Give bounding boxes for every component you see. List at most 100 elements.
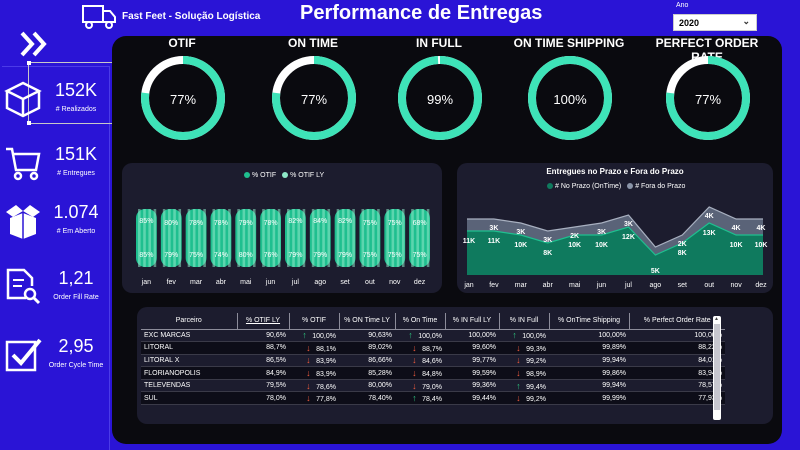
data-label: 3K — [624, 221, 633, 228]
gauge-value: 77% — [169, 92, 197, 107]
data-label: 10K — [595, 242, 608, 249]
double-chevron-icon[interactable] — [18, 30, 52, 58]
column-header[interactable]: % On Time — [395, 313, 446, 330]
table-cell: TELEVENDAS — [141, 379, 237, 393]
arrow-down-icon: ↓ — [306, 342, 311, 353]
otif-chart-card: % OTIF % OTIF LY 85% 85% jan 80% 79% fev 78% 75… — [122, 163, 442, 293]
table-cell: SUL — [141, 391, 237, 406]
table-cell: ↑ 99,4% — [499, 379, 549, 393]
kpi-order-cycle-time[interactable]: 2,95 Order Cycle Time — [0, 336, 112, 396]
x-tick-label: jul — [624, 282, 632, 289]
year-filter-select[interactable]: 2020 ⌄ — [673, 14, 757, 31]
table-row[interactable]: LITORAL X 86,5% ↓ 83,9% 86,66% ↓ 84,6% 99,77% ↓ 9… — [141, 354, 725, 368]
data-label: 11K — [488, 238, 500, 245]
kpi-realizados[interactable]: 152K # Realizados — [0, 80, 112, 140]
table-cell: ↓ 79,0% — [395, 379, 445, 393]
column-header[interactable]: % OnTime Shipping — [549, 313, 630, 330]
x-tick-label: fev — [167, 279, 177, 286]
x-tick-label: jun — [596, 282, 606, 289]
year-filter-value: 2020 — [679, 18, 700, 28]
table-cell: ↑ 100,0% — [499, 329, 549, 343]
otif-ly-stripe — [426, 209, 430, 267]
table-cell: 83,94% — [629, 366, 725, 380]
year-filter-label: Ano — [676, 2, 689, 9]
kpi-em-aberto[interactable]: 1.074 # Em Aberto — [0, 202, 112, 262]
gauge-value: 77% — [300, 92, 328, 107]
arrow-down-icon: ↓ — [516, 368, 521, 379]
table-cell: 99,94% — [549, 354, 629, 368]
column-header[interactable]: % ON Time LY — [339, 313, 396, 330]
x-tick-label: nov — [389, 279, 401, 286]
table-cell: ↑ 78,4% — [395, 391, 445, 406]
table-cell: 90,6% — [237, 329, 289, 343]
column-header[interactable]: % OTIF — [289, 313, 340, 330]
x-tick-label: set — [678, 282, 687, 289]
table-cell: 90,63% — [339, 329, 395, 343]
cell-value: 83,9% — [316, 371, 336, 379]
cell-value: 99,2% — [526, 396, 546, 404]
data-label: 3K — [516, 229, 525, 236]
cell-value: 88,7% — [422, 345, 442, 353]
x-tick-label: abr — [216, 279, 227, 286]
x-tick-label: mai — [240, 279, 252, 286]
partner-table-card: Parceiro % OTIF LY % OTIF % ON Time LY %… — [137, 307, 773, 424]
otif-ly-stripe — [153, 209, 157, 267]
gauge-title: ON TIME — [288, 36, 338, 50]
gauge-value: 77% — [694, 92, 722, 107]
column-header[interactable]: Parceiro — [141, 313, 238, 330]
kpi-label: # Em Aberto — [56, 228, 96, 235]
x-tick-label: fev — [489, 282, 499, 289]
cell-value: 78,6% — [316, 383, 336, 391]
cell-value: 99,2% — [526, 358, 546, 366]
table-cell: 85,28% — [339, 366, 395, 380]
table-body: EXC MARCAS 90,6% ↑ 100,0% 90,63% ↑ 100,0% 100,0… — [141, 329, 725, 406]
table-cell: 88,22% — [629, 341, 725, 355]
table-cell: 88,7% — [237, 341, 289, 355]
data-label: 79% — [288, 252, 302, 259]
column-header[interactable]: % IN Full — [499, 313, 550, 330]
data-label: 82% — [338, 218, 352, 225]
kpi-entregues[interactable]: 151K # Entregues — [0, 144, 112, 204]
arrow-up-icon: ↑ — [408, 330, 413, 341]
table-row[interactable]: LITORAL 88,7% ↓ 88,1% 89,02% ↓ 88,7% 99,60% ↓ 99,… — [141, 341, 725, 355]
column-header[interactable]: % IN Full LY — [445, 313, 500, 330]
partner-table: Parceiro % OTIF LY % OTIF % ON Time LY %… — [141, 313, 725, 406]
column-header[interactable]: % OTIF LY — [237, 313, 290, 330]
table-row[interactable]: TELEVENDAS 79,5% ↓ 78,6% 80,00% ↓ 79,0% 99,36% ↑… — [141, 379, 725, 393]
column-header[interactable]: % Perfect Order Rate — [629, 313, 725, 330]
table-row[interactable]: SUL 78,0% ↓ 77,8% 78,40% ↑ 78,4% 99,44% ↓ 99,2% 99… — [141, 391, 725, 406]
scrollbar-thumb[interactable] — [714, 324, 720, 410]
otif-ly-stripe — [203, 209, 206, 267]
table-cell: ↓ 78,6% — [289, 379, 339, 393]
scroll-up-icon[interactable]: ▲ — [714, 317, 719, 322]
checkbox-icon — [5, 338, 42, 372]
table-cell: 80,00% — [339, 379, 395, 393]
table-cell: 99,77% — [445, 354, 499, 368]
x-tick-label: mar — [190, 279, 203, 286]
table-cell: 99,89% — [549, 341, 629, 355]
data-label: 79% — [239, 220, 253, 227]
data-label: 82% — [288, 218, 302, 225]
data-label: 12K — [622, 234, 635, 241]
data-label: 74% — [214, 252, 228, 259]
cell-value: 83,9% — [316, 358, 336, 366]
table-row[interactable]: FLORIANOPOLIS 84,9% ↓ 83,9% 85,28% ↓ 84,8% 99,5… — [141, 366, 725, 380]
table-cell: 99,44% — [445, 391, 499, 406]
cell-value: 84,6% — [422, 358, 442, 366]
data-label: 8K — [543, 250, 552, 257]
table-cell: ↓ 98,9% — [499, 366, 549, 380]
kpi-value: 1,21 — [58, 268, 94, 288]
x-tick-label: mai — [569, 282, 581, 289]
arrow-up-icon: ↑ — [412, 393, 417, 404]
table-scrollbar[interactable]: ▲ — [713, 316, 721, 420]
data-label: 79% — [313, 252, 327, 259]
table-row[interactable]: EXC MARCAS 90,6% ↑ 100,0% 90,63% ↑ 100,0% 100,0… — [141, 329, 725, 343]
table-cell: FLORIANOPOLIS — [141, 366, 237, 380]
data-label: 76% — [264, 252, 278, 259]
x-tick-label: abr — [543, 282, 554, 289]
cell-value: 100,0% — [312, 333, 336, 341]
table-cell: 84,01% — [629, 354, 725, 368]
arrow-down-icon: ↓ — [412, 380, 417, 391]
table-cell: 100,00% — [629, 329, 725, 343]
kpi-order-fill-rate[interactable]: 1,21 Order Fill Rate — [0, 268, 112, 328]
